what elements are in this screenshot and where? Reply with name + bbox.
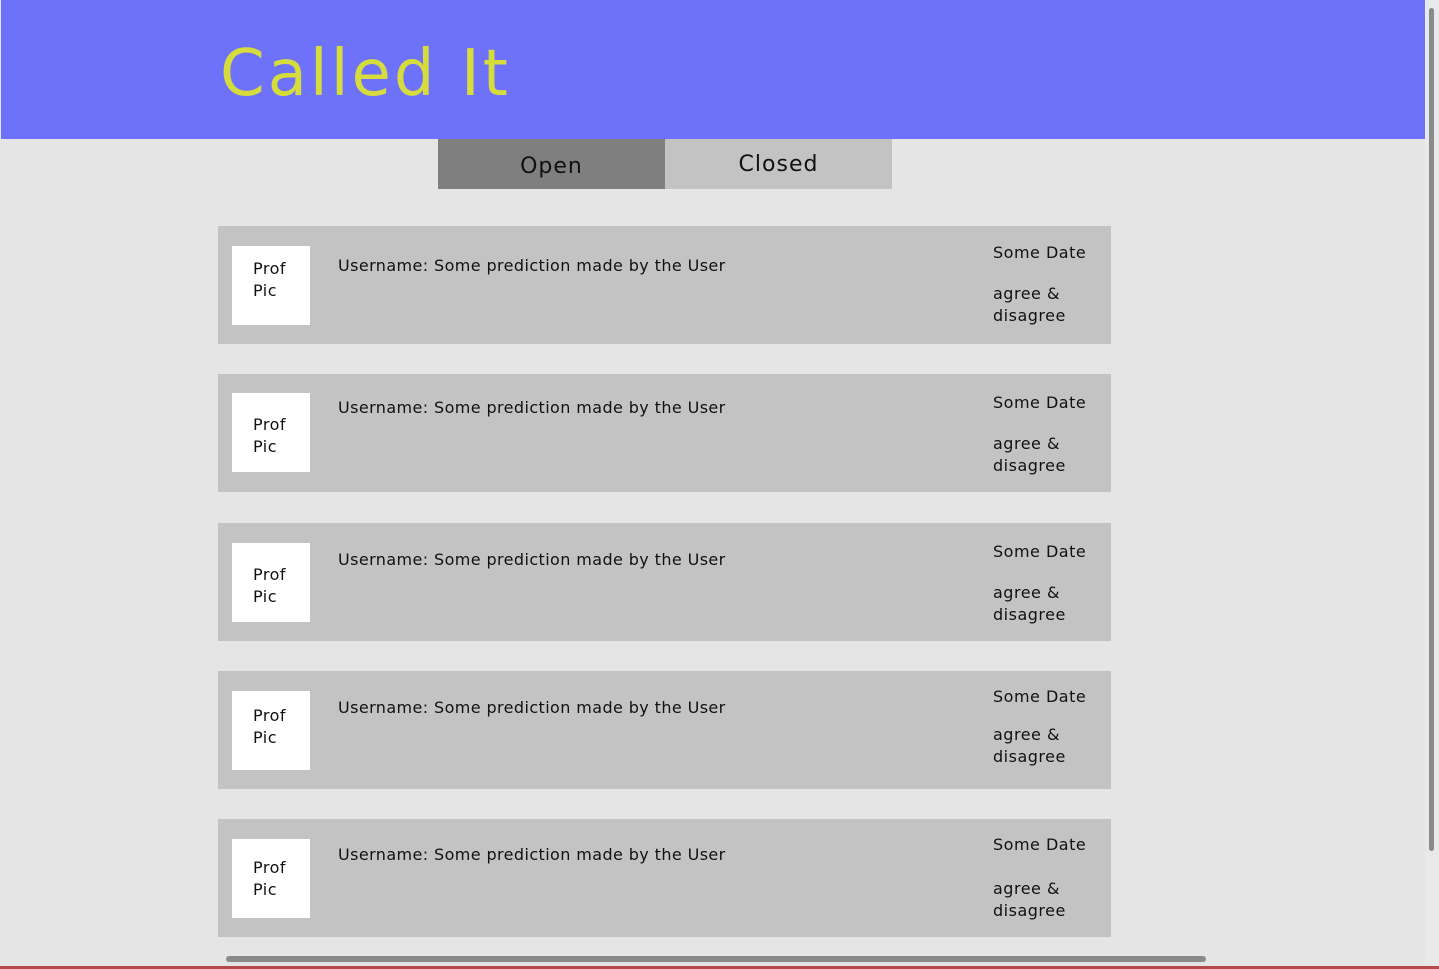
prediction-meta: Some Date agree & disagree bbox=[993, 392, 1103, 477]
avatar-label: Pic bbox=[253, 880, 278, 899]
prediction-meta: Some Date agree & disagree bbox=[993, 834, 1103, 922]
prediction-meta: Some Date agree & disagree bbox=[993, 541, 1103, 626]
horizontal-scrollbar[interactable] bbox=[0, 953, 1425, 965]
avatar-label: Pic bbox=[253, 281, 278, 300]
avatar-label: Prof bbox=[253, 415, 287, 434]
agree-disagree-link[interactable]: agree & disagree bbox=[993, 582, 1073, 626]
vertical-scrollbar[interactable] bbox=[1425, 0, 1439, 969]
avatar-label: Prof bbox=[253, 858, 287, 877]
agree-disagree-link[interactable]: agree & disagree bbox=[993, 433, 1073, 477]
horizontal-scrollbar-thumb[interactable] bbox=[226, 956, 1206, 962]
avatar[interactable]: Prof Pic bbox=[232, 691, 310, 770]
prediction-text: Username: Some prediction made by the Us… bbox=[338, 698, 726, 717]
tab-bar: Open Closed bbox=[438, 139, 892, 189]
app-header: Called It bbox=[1, 0, 1425, 139]
avatar-label: Pic bbox=[253, 728, 278, 747]
prediction-text: Username: Some prediction made by the Us… bbox=[338, 845, 726, 864]
prediction-text: Username: Some prediction made by the Us… bbox=[338, 398, 726, 417]
agree-disagree-link[interactable]: agree & disagree bbox=[993, 878, 1073, 922]
prediction-card[interactable]: Prof Pic Username: Some prediction made … bbox=[218, 374, 1111, 492]
avatar-label: Prof bbox=[253, 259, 287, 278]
prediction-card[interactable]: Prof Pic Username: Some prediction made … bbox=[218, 819, 1111, 937]
prediction-card[interactable]: Prof Pic Username: Some prediction made … bbox=[218, 671, 1111, 789]
avatar-label: Prof bbox=[253, 565, 287, 584]
agree-disagree-link[interactable]: agree & disagree bbox=[993, 724, 1073, 768]
prediction-card[interactable]: Prof Pic Username: Some prediction made … bbox=[218, 523, 1111, 641]
prediction-text: Username: Some prediction made by the Us… bbox=[338, 256, 726, 275]
prediction-feed: Prof Pic Username: Some prediction made … bbox=[218, 226, 1111, 967]
vertical-scrollbar-thumb[interactable] bbox=[1429, 8, 1434, 851]
prediction-text: Username: Some prediction made by the Us… bbox=[338, 550, 726, 569]
app-title: Called It bbox=[220, 37, 511, 111]
prediction-date: Some Date bbox=[993, 835, 1087, 854]
avatar[interactable]: Prof Pic bbox=[232, 246, 310, 325]
prediction-meta: Some Date agree & disagree bbox=[993, 242, 1103, 327]
agree-disagree-link[interactable]: agree & disagree bbox=[993, 283, 1073, 327]
avatar[interactable]: Prof Pic bbox=[232, 543, 310, 622]
prediction-date: Some Date bbox=[993, 687, 1087, 706]
tab-closed[interactable]: Closed bbox=[665, 139, 892, 189]
tab-open[interactable]: Open bbox=[438, 139, 665, 189]
prediction-date: Some Date bbox=[993, 393, 1087, 412]
prediction-card[interactable]: Prof Pic Username: Some prediction made … bbox=[218, 226, 1111, 344]
avatar[interactable]: Prof Pic bbox=[232, 393, 310, 472]
avatar-label: Prof bbox=[253, 706, 287, 725]
avatar[interactable]: Prof Pic bbox=[232, 839, 310, 918]
prediction-date: Some Date bbox=[993, 542, 1087, 561]
prediction-date: Some Date bbox=[993, 243, 1087, 262]
avatar-label: Pic bbox=[253, 587, 278, 606]
avatar-label: Pic bbox=[253, 437, 278, 456]
prediction-meta: Some Date agree & disagree bbox=[993, 686, 1103, 768]
page: Called It Open Closed Prof Pic Username:… bbox=[0, 0, 1439, 969]
